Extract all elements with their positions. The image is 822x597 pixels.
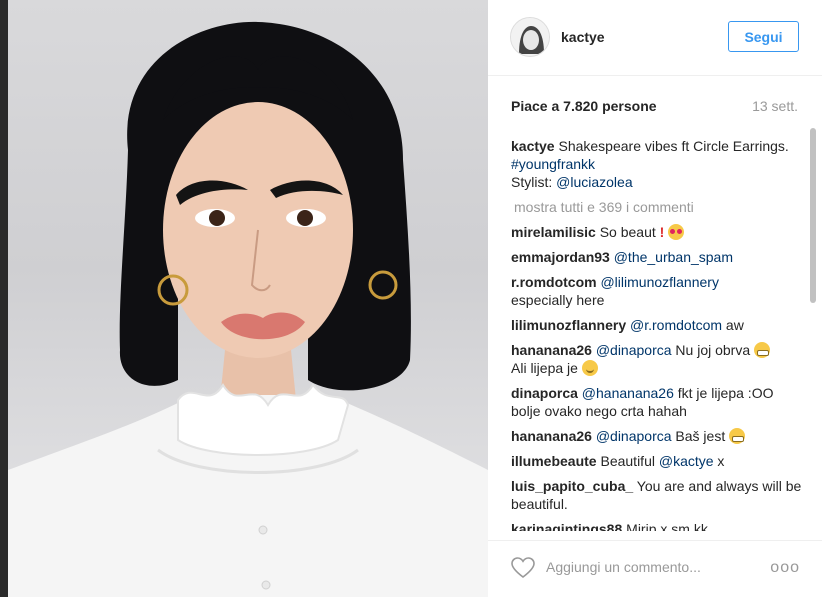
comment-item: dinaporca @hananana26 fkt je lijepa :OO … xyxy=(511,384,803,420)
comment-username[interactable]: hananana26 xyxy=(511,342,592,358)
exclamation-icon: ! xyxy=(659,224,665,240)
mention-link[interactable]: @the_urban_spam xyxy=(614,249,733,265)
heart-icon xyxy=(511,557,535,579)
caption-text: Shakespeare vibes ft Circle Earrings. xyxy=(558,138,789,154)
caption: kactye Shakespeare vibes ft Circle Earri… xyxy=(511,137,803,191)
comment-item: lilimunozflannery @r.romdotcom aw xyxy=(511,316,803,334)
more-options-button[interactable]: ooo xyxy=(770,560,800,576)
portrait-photo xyxy=(8,21,488,597)
author-avatar[interactable] xyxy=(510,17,550,57)
comment-item: mirelamilisic So beaut ! xyxy=(511,223,803,241)
comment-item: luis_papito_cuba_ You are and always wil… xyxy=(511,477,803,513)
follow-button[interactable]: Segui xyxy=(728,21,799,52)
comment-username[interactable]: kactye xyxy=(511,138,555,154)
comment-text: Baš jest xyxy=(671,428,730,444)
smile-icon xyxy=(581,360,598,376)
comments-scrollbar[interactable] xyxy=(810,128,816,303)
comment-item: hananana26 @dinaporca Baš jest xyxy=(511,427,803,445)
comment-text-after: x xyxy=(713,453,725,469)
comment-username[interactable]: hananana26 xyxy=(511,428,592,444)
comment-item: hananana26 @dinaporca Nu joj obrva Ali l… xyxy=(511,341,803,377)
comment-text: especially here xyxy=(511,292,605,308)
post-photo[interactable] xyxy=(8,0,488,597)
hashtag-link[interactable]: #youngfrankk xyxy=(511,156,595,172)
mention-link[interactable]: @kactye xyxy=(659,453,714,469)
comment-text-2: Ali lijepa je xyxy=(511,360,582,376)
post-time[interactable]: 13 sett. xyxy=(752,98,798,114)
comment-text: Mirip x sm kk xyxy=(626,521,708,531)
comment-item: karinagintings88 Mirip x sm kk xyxy=(511,520,803,531)
grimace-icon xyxy=(754,342,771,358)
mention-link[interactable]: @hananana26 xyxy=(582,385,674,401)
comment-username[interactable]: r.romdotcom xyxy=(511,274,597,290)
background-strip xyxy=(0,0,8,597)
comment-item: r.romdotcom @lilimunozflannery especiall… xyxy=(511,273,803,309)
comment-item: emmajordan93 @the_urban_spam xyxy=(511,248,803,266)
comment-username[interactable]: mirelamilisic xyxy=(511,224,596,240)
comment-text: aw xyxy=(722,317,744,333)
grimace-icon xyxy=(729,428,746,444)
comment-text: So beaut xyxy=(599,224,660,240)
avatar-icon xyxy=(511,18,549,56)
comment-username[interactable]: emmajordan93 xyxy=(511,249,610,265)
comment-text: Nu joj obrva xyxy=(671,342,755,358)
comment-text: Beautiful xyxy=(600,453,659,469)
mention-link[interactable]: @r.romdotcom xyxy=(630,317,722,333)
comment-input[interactable] xyxy=(546,557,746,577)
heart-eyes-icon xyxy=(668,224,685,240)
post-footer: ooo xyxy=(488,540,822,597)
comment-item: illumebeaute Beautiful @kactye x xyxy=(511,452,803,470)
comment-username[interactable]: luis_papito_cuba_ xyxy=(511,478,633,494)
author-username[interactable]: kactye xyxy=(561,29,605,45)
post-sidebar: kactye Segui Piace a 7.820 persone 13 se… xyxy=(488,0,822,597)
comment-username[interactable]: dinaporca xyxy=(511,385,578,401)
comments-list: kactye Shakespeare vibes ft Circle Earri… xyxy=(511,137,803,531)
mention-link[interactable]: @lilimunozflannery xyxy=(600,274,718,290)
mention-link[interactable]: @dinaporca xyxy=(596,428,672,444)
comment-username[interactable]: lilimunozflannery xyxy=(511,317,626,333)
likes-count[interactable]: Piace a 7.820 persone xyxy=(511,98,657,114)
comment-username[interactable]: illumebeaute xyxy=(511,453,597,469)
mention-link[interactable]: @dinaporca xyxy=(596,342,672,358)
like-button[interactable] xyxy=(511,557,535,579)
comment-username[interactable]: karinagintings88 xyxy=(511,521,622,531)
mention-link[interactable]: @luciazolea xyxy=(556,174,632,190)
show-all-comments[interactable]: mostra tutti e 369 i commenti xyxy=(514,198,803,216)
post-header: kactye Segui xyxy=(488,0,822,76)
caption-text-2: Stylist: xyxy=(511,174,557,190)
